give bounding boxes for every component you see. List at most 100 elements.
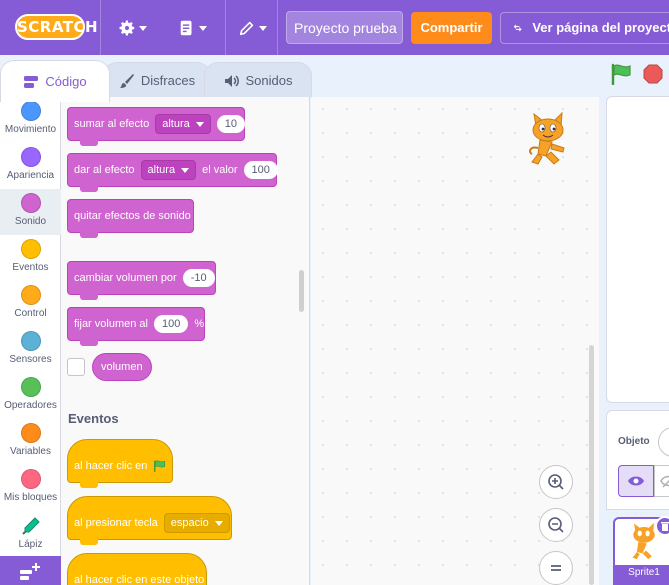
script-area[interactable] [311,97,599,585]
category-my-blocks[interactable]: Mis bloques [0,465,61,511]
palette-scrollbar[interactable] [299,270,304,312]
number-input[interactable]: 10 [216,115,245,133]
zoom-reset-button[interactable] [539,551,573,585]
block-notch [80,186,98,192]
delete-sprite-button[interactable] [655,516,669,536]
category-looks[interactable]: Apariencia [0,143,61,189]
zoom-out-button[interactable] [539,508,573,542]
category-label: Operadores [4,400,57,411]
script-area-scrollbar[interactable] [589,345,594,585]
dropdown-value: altura [162,118,190,130]
zoom-in-icon [548,474,564,490]
sprite-name-label: Sprite1 [613,565,669,585]
block-notch [80,482,98,488]
category-label: Eventos [12,262,49,273]
chevron-down-icon [195,121,204,127]
key-dropdown[interactable]: espacio [163,513,230,533]
block-text: dar al efecto [74,164,135,176]
stage[interactable] [606,96,669,403]
category-label: Lápiz [18,539,43,550]
category-menu: Movimiento Apariencia Sonido Eventos Con… [0,97,61,585]
tab-label: Disfraces [140,73,196,88]
block-text: al hacer clic en [74,460,148,472]
code-icon [24,75,39,88]
trash-icon [661,522,669,531]
share-button[interactable]: Compartir [411,12,492,44]
category-label: Sensores [9,354,52,365]
pen-icon [21,517,40,535]
chevron-down-icon [139,25,147,31]
tab-sounds[interactable]: Sonidos [204,62,312,98]
green-flag-icon[interactable] [610,63,634,85]
category-control[interactable]: Control [0,281,61,327]
cat-sprite-icon [529,112,565,165]
category-dot [20,331,41,351]
file-menu[interactable] [178,16,207,40]
block-palette: sumar al efecto altura 10 dar al efecto … [61,97,310,585]
block-text: al presionar tecla [74,517,158,529]
see-project-page-button[interactable]: Ver página del proyecto [500,12,669,44]
pencil-icon [239,21,254,36]
volume-monitor-checkbox[interactable] [67,358,85,376]
tab-label: Código [45,74,87,89]
sprite-label: Objeto [618,436,650,447]
category-dot [20,423,41,443]
project-title-input[interactable]: Proyecto prueba [286,11,403,44]
stop-icon[interactable] [643,64,663,84]
menu-separator [277,0,278,55]
block-clear-sound-effects[interactable]: quitar efectos de sonido [67,199,194,238]
scratch-logo[interactable]: SCRATCH [15,14,98,40]
file-icon [180,20,192,36]
tab-costumes[interactable]: Disfraces [103,62,211,98]
block-notch [80,140,98,146]
menu-bar: SCRATCH Proyecto prueba Compartir Ver pá… [0,0,669,55]
add-extension-button[interactable] [0,556,61,585]
category-operators[interactable]: Operadores [0,373,61,419]
edit-menu[interactable] [238,16,267,40]
number-input[interactable]: -10 [182,269,215,287]
block-when-sprite-clicked[interactable]: al hacer clic en este objeto [67,553,207,585]
editor-tabs: Código Disfraces Sonidos [0,55,600,102]
block-text: cambiar volumen por [74,272,177,284]
block-text: sumar al efecto [74,118,150,130]
block-when-key-pressed[interactable]: al presionar tecla espacio [67,496,232,545]
block-set-volume[interactable]: fijar volumen al 100 % [67,307,205,346]
category-label: Movimiento [4,124,57,135]
show-sprite-button[interactable] [618,465,654,497]
settings-menu[interactable] [118,16,147,40]
block-notch [80,539,98,545]
block-text: al hacer clic en este objeto [74,574,205,585]
category-pen[interactable]: Lápiz [0,511,61,557]
block-volume-reporter[interactable]: volumen [92,353,152,381]
eye-slash-icon [660,475,669,488]
category-sound[interactable]: Sonido [0,189,61,235]
block-change-volume[interactable]: cambiar volumen por -10 [67,261,216,300]
number-input[interactable]: 100 [243,161,278,179]
block-set-sound-effect[interactable]: dar al efecto altura el valor 100 [67,153,278,192]
category-events[interactable]: Eventos [0,235,61,281]
zoom-in-button[interactable] [539,465,573,499]
effect-dropdown[interactable]: altura [140,160,197,180]
effect-dropdown[interactable]: altura [155,114,211,134]
block-notch [80,340,98,346]
category-dot [20,147,41,167]
category-label: Apariencia [6,170,55,181]
category-label: Sonido [14,216,47,227]
block-text: quitar efectos de sonido [74,210,191,222]
equals-icon [551,565,561,571]
category-motion[interactable]: Movimiento [0,97,61,143]
tab-code[interactable]: Código [0,60,110,102]
category-sensing[interactable]: Sensores [0,327,61,373]
block-change-sound-effect[interactable]: sumar al efecto altura 10 [67,107,245,146]
category-dot [20,193,41,213]
menu-separator [100,0,101,55]
swap-arrows-icon [513,24,522,32]
hide-sprite-button[interactable] [654,465,669,497]
block-when-flag-clicked[interactable]: al hacer clic en [67,439,173,488]
chevron-down-icon [214,520,223,526]
events-section-title: Eventos [68,411,119,426]
category-variables[interactable]: Variables [0,419,61,465]
green-flag-icon [154,460,166,472]
number-input[interactable]: 100 [153,315,189,333]
category-dot [20,285,41,305]
